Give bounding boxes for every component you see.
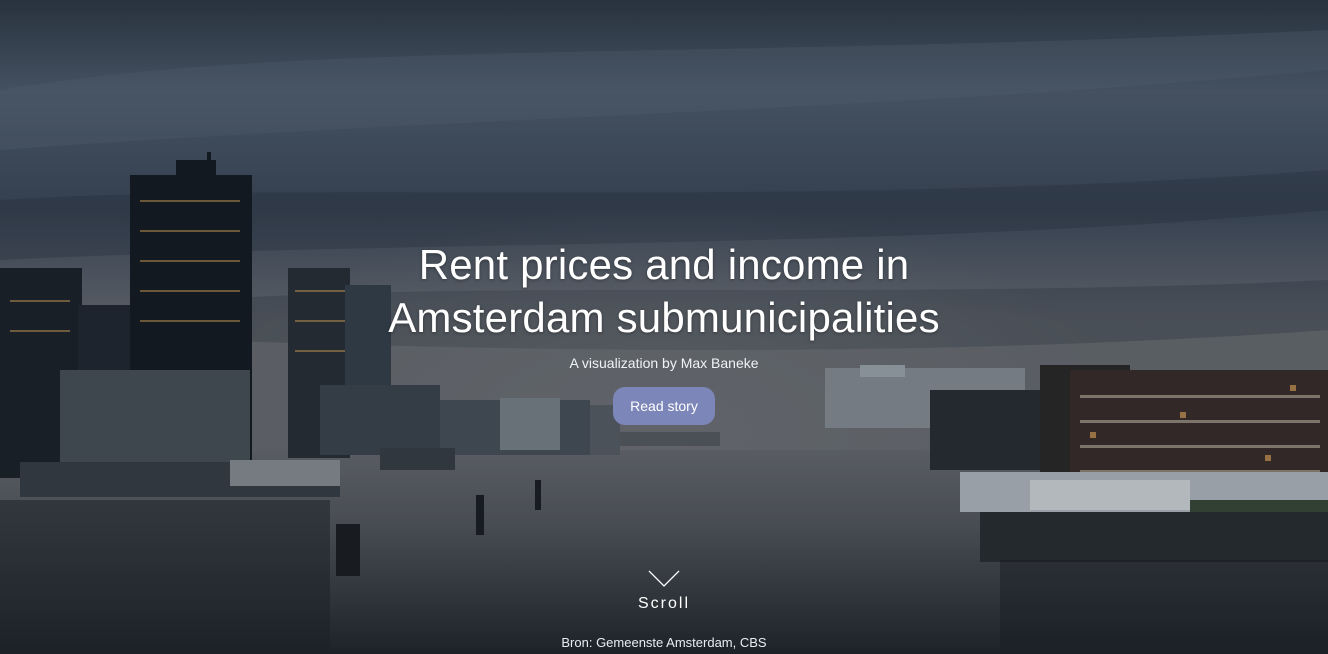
subtitle: A visualization by Max Baneke bbox=[569, 355, 759, 371]
title-line-2: Amsterdam submunicipalities bbox=[388, 294, 940, 341]
page-title: Rent prices and income in Amsterdam subm… bbox=[314, 238, 1014, 344]
hero-section: Rent prices and income in Amsterdam subm… bbox=[0, 0, 1328, 654]
read-story-button[interactable]: Read story bbox=[613, 387, 715, 425]
source-credit: Bron: Gemeenste Amsterdam, CBS bbox=[561, 635, 767, 650]
chevron-down-icon[interactable] bbox=[648, 570, 680, 588]
scroll-label: Scroll bbox=[637, 595, 690, 612]
hero-content: Rent prices and income in Amsterdam subm… bbox=[0, 238, 1328, 425]
title-line-1: Rent prices and income in bbox=[418, 241, 910, 288]
scroll-indicator[interactable]: Scroll bbox=[0, 570, 1328, 613]
